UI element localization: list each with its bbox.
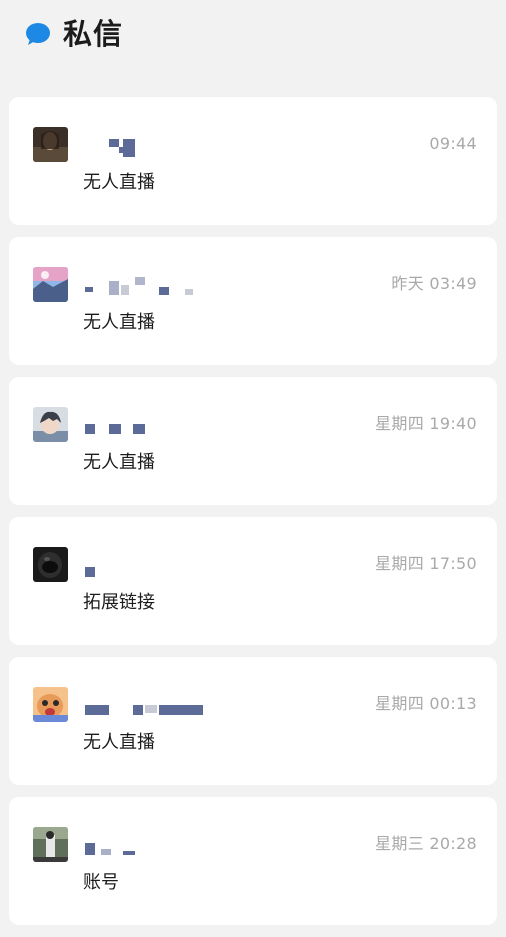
message-time: 星期四 19:40 bbox=[375, 414, 477, 433]
user-avatar[interactable] bbox=[33, 547, 68, 582]
user-avatar[interactable] bbox=[33, 827, 68, 862]
message-time: 星期四 17:50 bbox=[375, 554, 477, 573]
redacted-username bbox=[83, 835, 213, 857]
redacted-username bbox=[83, 555, 213, 577]
conversation-item[interactable]: 昨天 03:49 无人直播 bbox=[9, 237, 497, 365]
redacted-username bbox=[83, 135, 213, 157]
message-preview: 无人直播 bbox=[83, 312, 155, 333]
header: 私信 bbox=[0, 0, 506, 70]
message-time: 昨天 03:49 bbox=[391, 274, 477, 293]
conversation-item[interactable]: 星期三 20:28 账号 bbox=[9, 797, 497, 925]
message-time: 星期三 20:28 bbox=[375, 834, 477, 853]
message-preview: 拓展链接 bbox=[83, 592, 155, 613]
user-avatar[interactable] bbox=[33, 407, 68, 442]
conversation-item[interactable]: 星期四 00:13 无人直播 bbox=[9, 657, 497, 785]
message-time: 星期四 00:13 bbox=[375, 694, 477, 713]
user-avatar[interactable] bbox=[33, 687, 68, 722]
redacted-username bbox=[83, 695, 213, 717]
conversation-item[interactable]: 09:44 无人直播 bbox=[9, 97, 497, 225]
user-avatar[interactable] bbox=[33, 127, 68, 162]
redacted-username bbox=[83, 275, 213, 297]
message-preview: 账号 bbox=[83, 872, 119, 893]
message-preview: 无人直播 bbox=[83, 732, 155, 753]
conversation-item[interactable]: 星期四 17:50 拓展链接 bbox=[9, 517, 497, 645]
conversation-list: 09:44 无人直播 昨天 03:49 无人直播 星期四 19:40 无人直播 … bbox=[9, 97, 497, 937]
message-preview: 无人直播 bbox=[83, 452, 155, 473]
chat-bubble-icon bbox=[26, 23, 50, 45]
user-avatar[interactable] bbox=[33, 267, 68, 302]
page-title: 私信 bbox=[63, 17, 124, 51]
redacted-username bbox=[83, 415, 213, 437]
message-preview: 无人直播 bbox=[83, 172, 155, 193]
message-time: 09:44 bbox=[429, 134, 477, 153]
conversation-item[interactable]: 星期四 19:40 无人直播 bbox=[9, 377, 497, 505]
